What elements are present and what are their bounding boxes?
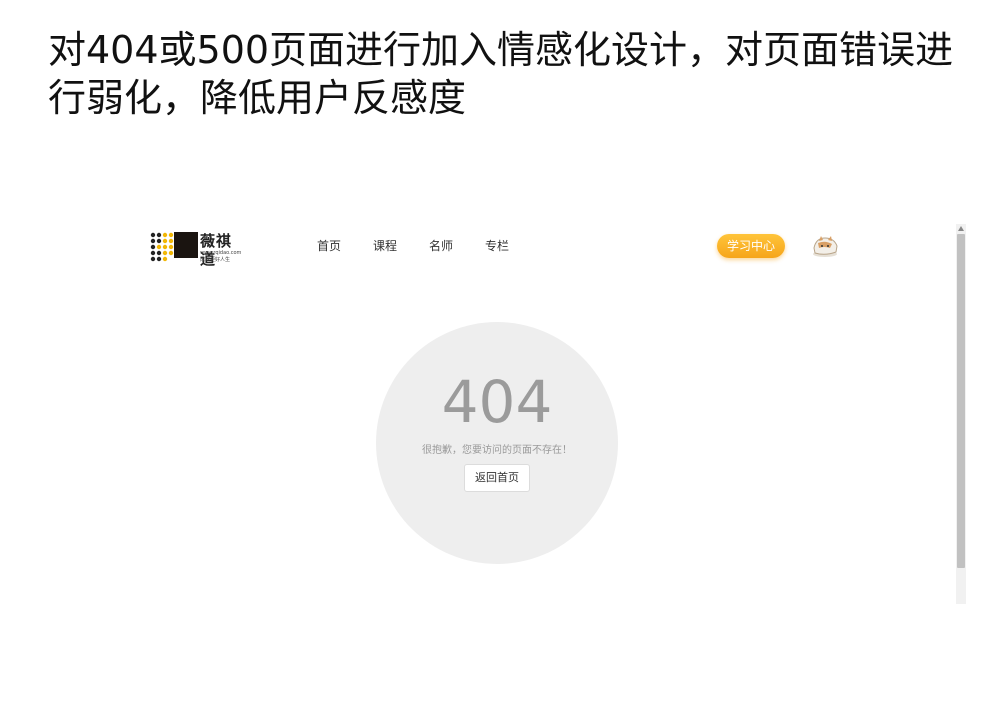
back-home-button[interactable]: 返回首页 [464,464,530,492]
nav-item-columns[interactable]: 专栏 [485,238,509,254]
nav-item-courses[interactable]: 课程 [373,238,397,254]
nav-item-teachers[interactable]: 名师 [429,238,453,254]
scroll-up-icon[interactable] [958,226,964,231]
site-logo[interactable]: 薇祺道 www.rqidao.com 成就更好人生 [150,232,246,268]
vertical-scrollbar[interactable] [956,224,966,604]
error-code: 404 [441,368,553,436]
logo-url: www.rqidao.com [200,250,242,256]
browser-viewport: 薇祺道 www.rqidao.com 成就更好人生 首页 课程 名师 专栏 学习… [136,224,966,604]
nav-item-home[interactable]: 首页 [317,238,341,254]
logo-slogan: 成就更好人生 [200,257,231,263]
cat-avatar-icon[interactable] [810,234,840,258]
scrollbar-thumb[interactable] [957,234,965,568]
error-message: 很抱歉，您要访问的页面不存在！ [422,445,572,456]
main-nav: 首页 课程 名师 专栏 [317,238,541,254]
error-circle: 404 很抱歉，您要访问的页面不存在！ 返回首页 [376,322,618,564]
slide-title: 对404或500页面进行加入情感化设计，对页面错误进行弱化，降低用户反感度 [48,28,954,120]
study-center-button[interactable]: 学习中心 [717,234,785,258]
logo-block [174,232,198,258]
